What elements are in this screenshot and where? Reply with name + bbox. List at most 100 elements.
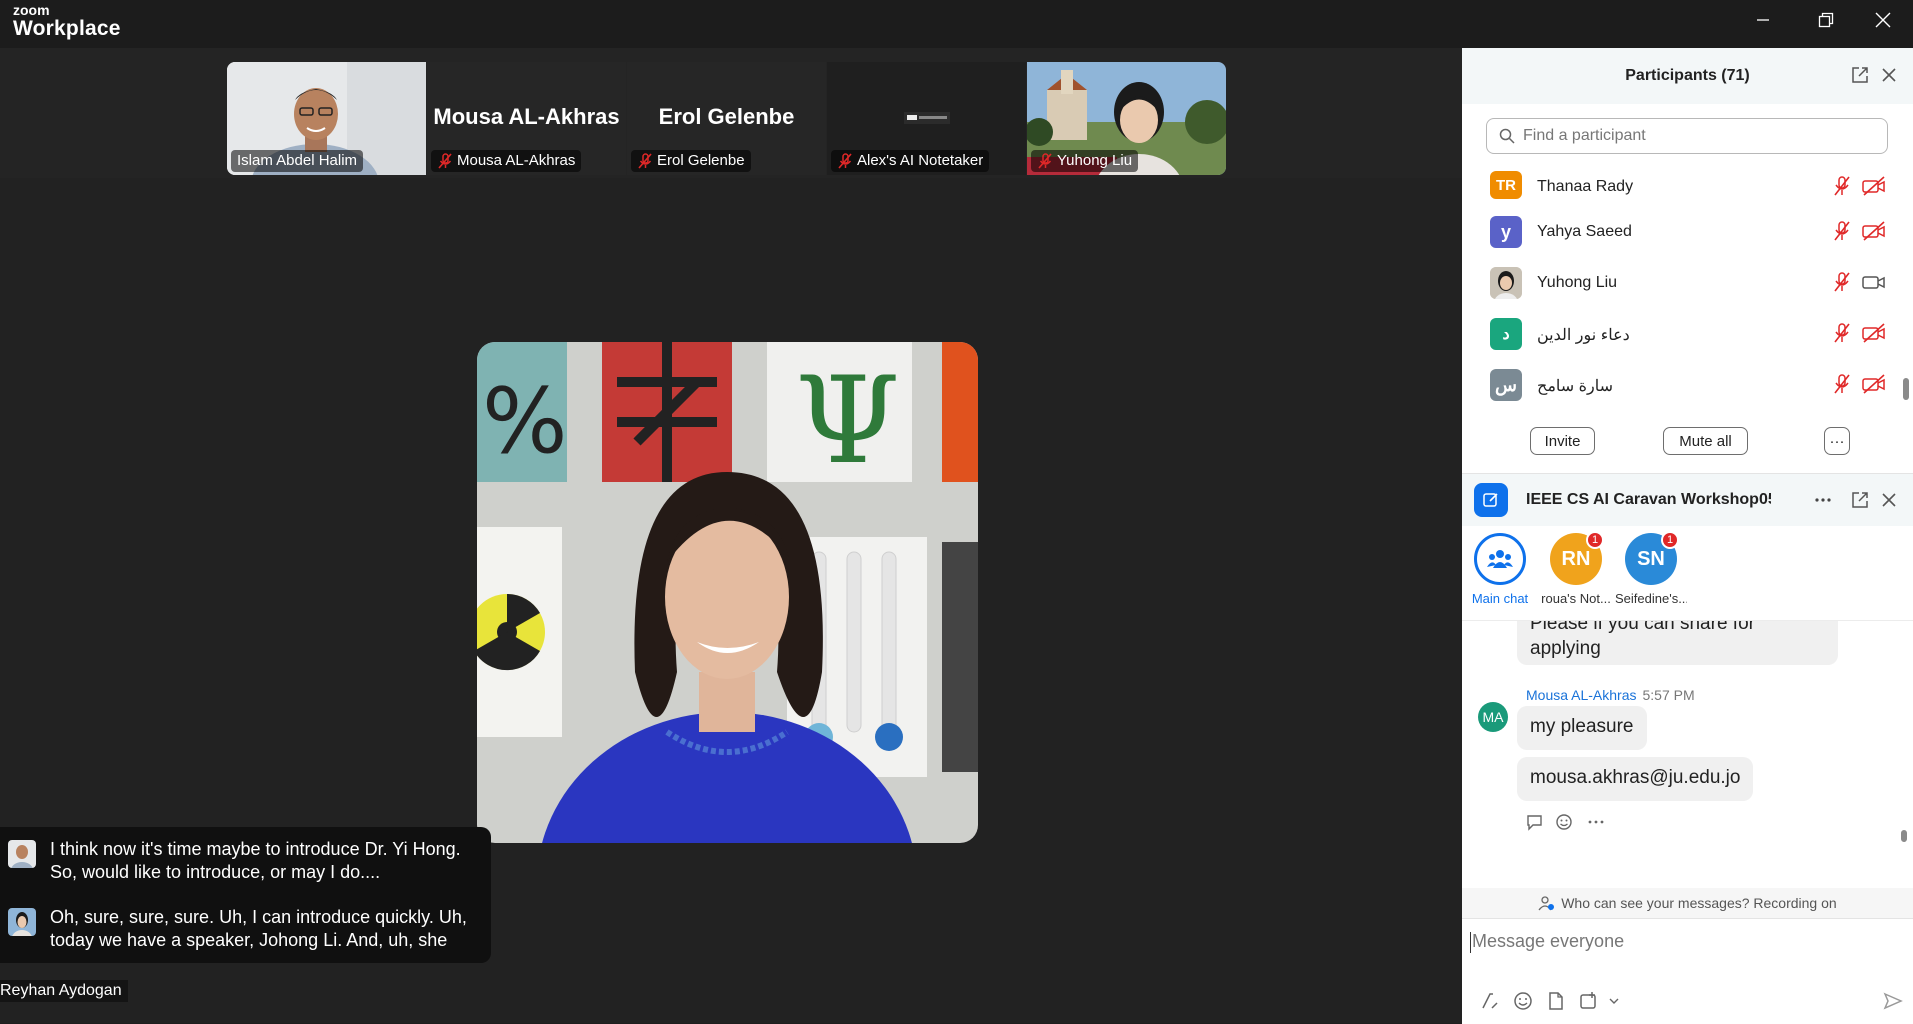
channel-label: roua's Not...: [1541, 591, 1611, 606]
title-bar: zoom Workplace: [0, 0, 1913, 48]
avatar: س: [1490, 369, 1522, 401]
chat-message-bubble[interactable]: Please if you can share for applying: [1517, 621, 1838, 665]
caption-entry: I think now it's time maybe to introduce…: [8, 838, 490, 884]
close-icon: [1882, 493, 1896, 507]
participant-name: Yuhong Liu: [1537, 274, 1618, 291]
file-button[interactable]: [1544, 989, 1568, 1013]
chat-more-button[interactable]: [1812, 489, 1834, 511]
chat-message-bubble[interactable]: my pleasure: [1517, 706, 1647, 750]
avatar: [8, 908, 36, 936]
file-icon: [1549, 992, 1563, 1010]
send-icon: [1883, 992, 1903, 1010]
visibility-notice[interactable]: Who can see your messages? Recording on: [1462, 888, 1913, 918]
camera-off-icon: [1862, 176, 1885, 196]
avatar: TR: [1490, 171, 1522, 199]
emoji-reaction-icon[interactable]: [1555, 813, 1575, 831]
chat-edit-icon[interactable]: [1474, 483, 1508, 517]
format-button[interactable]: [1478, 989, 1502, 1013]
participant-row[interactable]: Yuhong Liu: [1490, 263, 1890, 303]
person-info-icon: [1538, 896, 1555, 911]
ellipsis-icon[interactable]: [1587, 819, 1605, 825]
screenshot-button[interactable]: [1577, 989, 1601, 1013]
avatar: د: [1490, 318, 1522, 350]
camera-off-icon: [1862, 374, 1885, 394]
chat-popout-button[interactable]: [1849, 489, 1871, 511]
chat-message-bubble[interactable]: mousa.akhras@ju.edu.jo: [1517, 757, 1754, 801]
channel-item[interactable]: RN 1 roua's Not...: [1540, 531, 1612, 606]
avatar: MA: [1478, 702, 1508, 732]
avatar: y: [1490, 216, 1522, 248]
emoji-button[interactable]: [1511, 989, 1535, 1013]
popout-button[interactable]: [1849, 64, 1871, 86]
app-logo-small: zoom: [13, 2, 50, 18]
message-time: 5:57 PM: [1642, 687, 1695, 703]
close-icon: [1882, 68, 1896, 82]
popout-icon: [1852, 492, 1868, 508]
tile-name-label: Erol Gelenbe: [631, 150, 751, 172]
mic-muted-icon: [1834, 374, 1850, 394]
close-participants-button[interactable]: [1878, 64, 1900, 86]
emoji-icon: [1514, 992, 1532, 1010]
video-tile[interactable]: Erol Gelenbe Erol Gelenbe: [627, 62, 826, 175]
camera-off-icon: [1862, 323, 1885, 343]
send-button[interactable]: [1881, 989, 1905, 1013]
participants-header: Participants (71): [1462, 48, 1913, 104]
unread-badge: 1: [1661, 531, 1679, 549]
video-tile[interactable]: Islam Abdel Halim: [227, 62, 426, 175]
active-speaker-name: Reyhan Aydogan: [0, 980, 128, 1002]
mute-all-button[interactable]: Mute all: [1663, 427, 1748, 455]
screenshot-icon: [1580, 992, 1596, 1009]
caption-text: I think now it's time maybe to introduce…: [50, 839, 461, 882]
group-icon: [1487, 550, 1513, 568]
participant-name: Thanaa Rady: [1537, 178, 1634, 195]
side-panel: Participants (71) Find a participant TR …: [1462, 48, 1913, 1024]
svg-text:Ψ: Ψ: [795, 352, 900, 491]
channel-label: Main chat: [1471, 591, 1529, 606]
participants-scrollbar[interactable]: [1903, 378, 1909, 400]
participant-name: سارة سامح: [1537, 378, 1614, 395]
caption-entry: Oh, sure, sure, sure. Uh, I can introduc…: [8, 906, 490, 952]
reply-icon[interactable]: [1525, 813, 1545, 831]
channel-initials: SN: [1637, 547, 1665, 570]
video-tile[interactable]: Alex's AI Notetaker: [827, 62, 1026, 175]
participant-search-input[interactable]: Find a participant: [1486, 118, 1888, 154]
video-tile[interactable]: Yuhong Liu: [1027, 62, 1226, 175]
participant-row[interactable]: س سارة سامح: [1490, 365, 1890, 405]
minimize-icon: [1757, 19, 1769, 21]
channel-main-chat[interactable]: Main chat: [1464, 533, 1536, 606]
camera-on-icon: [1862, 276, 1885, 289]
format-text-icon: [1482, 993, 1498, 1009]
active-speaker-video[interactable]: % Ψ: [477, 342, 978, 843]
channel-label: Seifedine's...: [1615, 591, 1687, 606]
avatar: [1490, 267, 1522, 299]
message-sender: Mousa AL-Akhras 5:57 PM: [1526, 687, 1695, 703]
chat-scrollbar[interactable]: [1901, 830, 1907, 842]
close-chat-button[interactable]: [1878, 489, 1900, 511]
message-input[interactable]: Message everyone: [1462, 918, 1913, 1024]
participant-row[interactable]: y Yahya Saeed: [1490, 212, 1890, 252]
mic-muted-icon: [1834, 221, 1850, 241]
mic-muted-icon: [638, 153, 652, 169]
chat-messages: Please if you can share for applying Mou…: [1462, 620, 1913, 889]
tile-display-name: Erol Gelenbe: [658, 104, 795, 129]
invite-button[interactable]: Invite: [1530, 427, 1595, 455]
close-window-button[interactable]: [1861, 6, 1905, 34]
caption-text: Oh, sure, sure, sure. Uh, I can introduc…: [50, 907, 467, 950]
restore-button[interactable]: [1804, 6, 1848, 34]
video-tile[interactable]: Mousa AL-Akhras Mousa AL-Akhras: [427, 62, 626, 175]
participant-row[interactable]: TR Thanaa Rady: [1490, 171, 1890, 211]
popout-icon: [1852, 67, 1868, 83]
tile-name-label: Alex's AI Notetaker: [831, 150, 990, 172]
speaker-picture: % Ψ: [477, 342, 978, 843]
channel-item[interactable]: SN 1 Seifedine's...: [1615, 531, 1687, 606]
participant-row[interactable]: د دعاء نور الدين: [1490, 314, 1890, 354]
minimize-button[interactable]: [1741, 6, 1785, 34]
participant-name: Yahya Saeed: [1537, 223, 1632, 240]
camera-off-icon: [1862, 221, 1885, 241]
svg-text:%: %: [482, 369, 568, 474]
chat-title: IEEE CS AI Caravan Workshop05> V...: [1526, 491, 1771, 508]
tile-name-label: Islam Abdel Halim: [231, 150, 364, 172]
more-options-button[interactable]: ···: [1824, 427, 1850, 455]
screenshot-options-button[interactable]: [1602, 989, 1626, 1013]
captions-panel: I think now it's time maybe to introduce…: [0, 827, 491, 963]
